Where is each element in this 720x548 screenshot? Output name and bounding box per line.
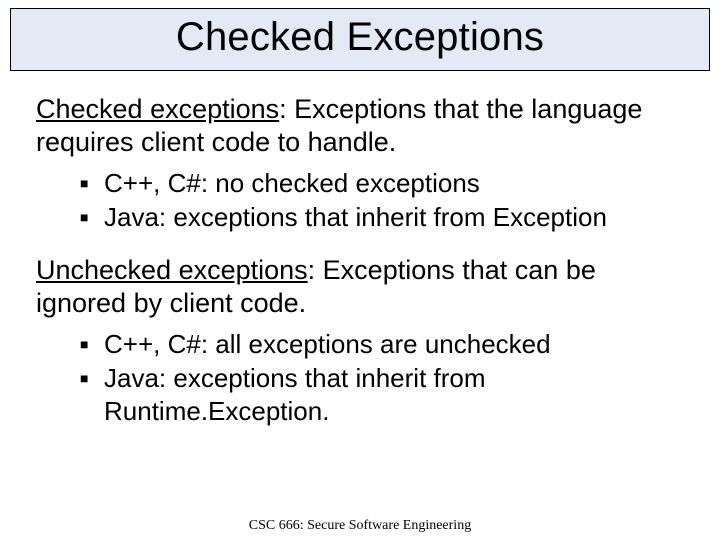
unchecked-label: Unchecked exceptions [36, 255, 308, 285]
list-item: C++, C#: no checked exceptions [80, 167, 684, 200]
slide: Checked Exceptions Checked exceptions: E… [0, 8, 720, 548]
list-item: Java: exceptions that inherit from Excep… [80, 201, 684, 234]
unchecked-definition: Unchecked exceptions: Exceptions that ca… [36, 254, 684, 320]
list-item: Java: exceptions that inherit from Runti… [80, 362, 684, 427]
checked-bullets: C++, C#: no checked exceptions Java: exc… [80, 167, 684, 234]
slide-body: Checked exceptions: Exceptions that the … [0, 71, 720, 427]
slide-title: Checked Exceptions [11, 15, 709, 60]
checked-label: Checked exceptions [36, 94, 279, 124]
list-item: C++, C#: all exceptions are unchecked [80, 328, 684, 361]
checked-definition: Checked exceptions: Exceptions that the … [36, 93, 684, 159]
title-box: Checked Exceptions [10, 8, 710, 71]
unchecked-bullets: C++, C#: all exceptions are unchecked Ja… [80, 328, 684, 428]
footer-text: CSC 666: Secure Software Engineering [0, 518, 720, 534]
